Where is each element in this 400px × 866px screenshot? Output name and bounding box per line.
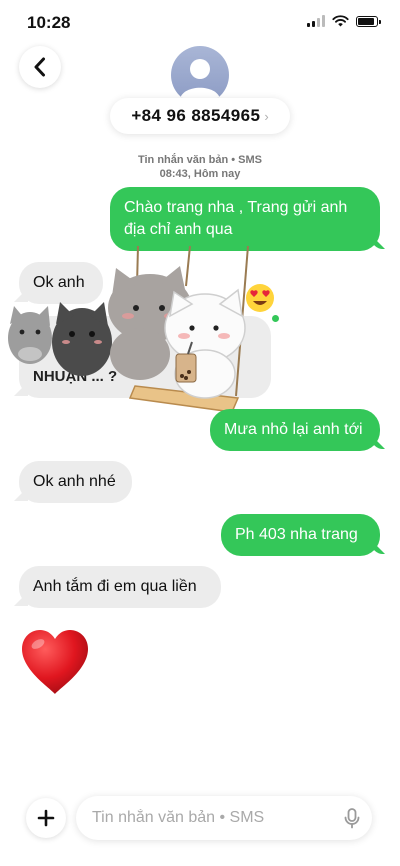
plus-icon <box>37 809 55 827</box>
contact-avatar[interactable] <box>171 46 229 104</box>
thread-meta: Tin nhắn văn bản • SMS 08:43, Hôm nay <box>0 153 400 181</box>
thread-label: Tin nhắn văn bản • SMS <box>137 154 263 166</box>
cat-sticker-image <box>8 246 249 413</box>
message-text: Ph 403 nha trang <box>235 526 358 543</box>
contact-phone-number: +84 96 8854965 <box>131 106 261 125</box>
message-bubble-outgoing[interactable]: Mưa nhỏ lại anh tới <box>210 409 380 451</box>
back-button[interactable] <box>19 46 61 88</box>
status-time: 10:28 <box>27 13 71 32</box>
chevron-left-icon <box>34 57 45 77</box>
message-bubble-outgoing[interactable]: Chào trang nha , Trang gửi anh địa chỉ a… <box>110 187 380 251</box>
wifi-icon <box>332 15 349 27</box>
status-icons <box>307 15 381 27</box>
message-text: Anh tắm đi em qua liền <box>33 578 197 595</box>
message-bubble-incoming[interactable]: Ok anh nhé <box>19 461 132 503</box>
battery-icon <box>356 15 381 27</box>
red-heart-icon[interactable] <box>20 628 90 696</box>
reaction-dot <box>272 315 279 322</box>
message-text: Mưa nhỏ lại anh tới <box>224 421 363 438</box>
heart-eyes-emoji-icon <box>246 284 274 312</box>
message-text: Chào trang nha , Trang gửi anh địa chỉ a… <box>124 199 348 238</box>
chevron-right-icon: › <box>264 108 269 124</box>
message-text: Ok anh nhé <box>33 473 116 490</box>
person-icon <box>180 59 220 99</box>
message-bubble-outgoing[interactable]: Ph 403 nha trang <box>221 514 380 556</box>
thread-timestamp: 08:43, Hôm nay <box>159 168 241 180</box>
cellular-signal-icon <box>307 15 325 27</box>
composer-bar <box>0 790 400 846</box>
contact-info-button[interactable]: +84 96 8854965 › <box>110 98 290 134</box>
add-attachment-button[interactable] <box>26 798 66 838</box>
microphone-icon[interactable] <box>341 807 363 829</box>
message-bubble-incoming[interactable]: Anh tắm đi em qua liền <box>19 566 221 608</box>
status-bar: 10:28 <box>0 0 400 44</box>
message-input[interactable] <box>76 796 372 840</box>
